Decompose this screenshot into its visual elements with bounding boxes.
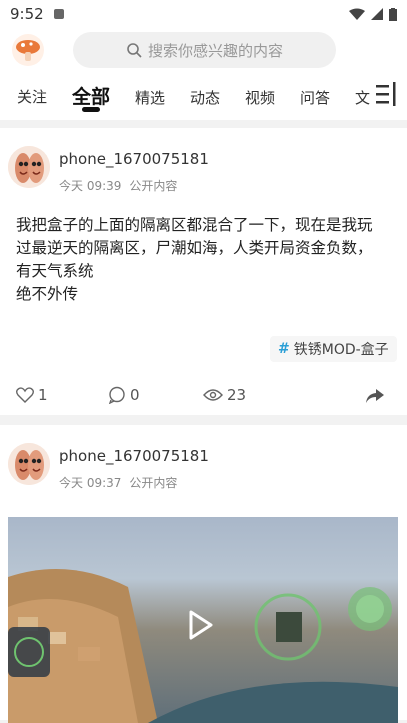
- tab-qa[interactable]: 问答: [300, 87, 330, 108]
- view-count: 23: [227, 386, 247, 404]
- menu-icon[interactable]: [376, 82, 398, 106]
- signal-icon: [371, 8, 383, 20]
- status-icons: [349, 7, 397, 21]
- search-placeholder: 搜索你感兴趣的内容: [147, 41, 283, 60]
- play-icon[interactable]: [188, 609, 214, 641]
- avatar[interactable]: [8, 443, 50, 485]
- hashtag-icon: #: [278, 341, 290, 357]
- post-card[interactable]: phone_1670075181 今天 09:37 公开内容: [0, 425, 407, 723]
- like-count: 1: [38, 386, 48, 404]
- wifi-icon: [349, 8, 365, 20]
- search-bar[interactable]: 搜索你感兴趣的内容: [73, 32, 336, 68]
- topic-tag[interactable]: # 铁锈MOD-盒子: [270, 336, 397, 362]
- search-icon: [127, 43, 142, 58]
- post-meta: 今天 09:37 公开内容: [59, 474, 177, 491]
- tab-follow[interactable]: 关注: [17, 86, 47, 107]
- post-text-line: 有天气系统: [16, 262, 94, 280]
- heart-icon: [16, 387, 34, 403]
- post-time: 今天 09:39: [59, 179, 122, 193]
- battery-icon: [389, 7, 397, 21]
- post-actions: 1 0 23: [0, 386, 407, 408]
- active-tab-indicator: [82, 107, 100, 112]
- post-time: 今天 09:37: [59, 476, 122, 490]
- like-button[interactable]: 1: [16, 386, 48, 404]
- app-logo[interactable]: [12, 34, 44, 66]
- post-content[interactable]: 我把盒子的上面的隔离区都混合了一下，现在是我玩 过最逆天的隔离区，尸潮如海，人类…: [16, 214, 396, 306]
- share-icon[interactable]: [366, 389, 384, 403]
- status-bar: 9:52: [0, 0, 407, 28]
- username[interactable]: phone_1670075181: [59, 150, 209, 168]
- topic-tag-label: 铁锈MOD-盒子: [293, 342, 389, 358]
- top-header: 搜索你感兴趣的内容: [0, 28, 407, 72]
- tab-featured[interactable]: 精选: [135, 87, 165, 108]
- post-text-line: 过最逆天的隔离区，尸潮如海，人类开局资金负数，: [16, 239, 373, 257]
- tab-article[interactable]: 文: [355, 87, 370, 108]
- eye-icon: [203, 389, 223, 401]
- comment-count: 0: [130, 386, 140, 404]
- video-thumbnail[interactable]: [8, 517, 398, 723]
- post-meta: 今天 09:39 公开内容: [59, 177, 177, 194]
- tab-all[interactable]: 全部: [72, 82, 110, 109]
- category-tabs: 关注 全部 精选 动态 视频 问答 文: [0, 72, 407, 120]
- tab-video[interactable]: 视频: [245, 87, 275, 108]
- post-text-line: 我把盒子的上面的隔离区都混合了一下，现在是我玩: [16, 216, 373, 234]
- post-text-line: 绝不外传: [16, 285, 79, 303]
- post-visibility: 公开内容: [129, 179, 178, 193]
- view-count-area: 23: [203, 386, 246, 404]
- comment-icon: [108, 386, 125, 404]
- post-card[interactable]: phone_1670075181 今天 09:39 公开内容 我把盒子的上面的隔…: [0, 128, 407, 415]
- status-time: 9:52: [10, 5, 44, 23]
- notification-icon: [53, 9, 64, 19]
- tab-dynamic[interactable]: 动态: [190, 87, 220, 108]
- username[interactable]: phone_1670075181: [59, 447, 209, 465]
- avatar[interactable]: [8, 146, 50, 188]
- comment-button[interactable]: 0: [108, 386, 140, 404]
- post-visibility: 公开内容: [129, 476, 178, 490]
